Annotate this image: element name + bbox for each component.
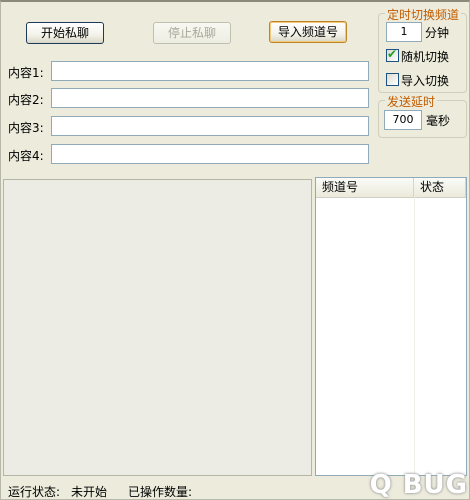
- content-1-input[interactable]: [51, 61, 369, 81]
- import-switch-label: 导入切换: [401, 74, 450, 88]
- channel-list[interactable]: 频道号 状态: [315, 177, 467, 476]
- start-chat-button[interactable]: 开始私聊: [26, 22, 104, 44]
- content-4-input[interactable]: [51, 144, 369, 164]
- column-status[interactable]: 状态: [414, 178, 466, 197]
- content-1-label: 内容1:: [8, 66, 44, 80]
- interval-unit-label: 分钟: [425, 26, 450, 40]
- operated-count-label: 已操作数量:: [128, 485, 193, 499]
- log-textarea[interactable]: [3, 179, 312, 476]
- run-status-label: 运行状态:: [8, 485, 61, 499]
- run-status-value: 未开始: [71, 485, 108, 499]
- delay-input[interactable]: 700: [384, 110, 422, 130]
- checkmark-icon: ✔: [387, 47, 398, 61]
- watermark-logo: Q BUG: [369, 470, 468, 500]
- delay-unit-label: 毫秒: [426, 114, 451, 128]
- random-switch-label: 随机切换: [401, 50, 450, 64]
- column-channel-number[interactable]: 频道号: [316, 178, 414, 197]
- stop-chat-button[interactable]: 停止私聊: [153, 22, 231, 44]
- import-switch-checkbox[interactable]: [386, 73, 399, 86]
- random-switch-checkbox[interactable]: ✔: [386, 47, 399, 62]
- timer-switch-group-title: 定时切换频道: [385, 6, 462, 23]
- send-delay-group-title: 发送延时: [385, 93, 438, 110]
- column-divider: [414, 197, 415, 475]
- import-channel-button[interactable]: 导入频道号: [269, 21, 347, 43]
- content-2-input[interactable]: [51, 88, 369, 108]
- content-4-label: 内容4:: [8, 149, 44, 163]
- content-2-label: 内容2:: [8, 93, 44, 107]
- content-3-label: 内容3:: [8, 121, 44, 135]
- content-3-input[interactable]: [51, 116, 369, 136]
- interval-input[interactable]: 1: [386, 22, 422, 42]
- channel-list-header: 频道号 状态: [316, 178, 466, 198]
